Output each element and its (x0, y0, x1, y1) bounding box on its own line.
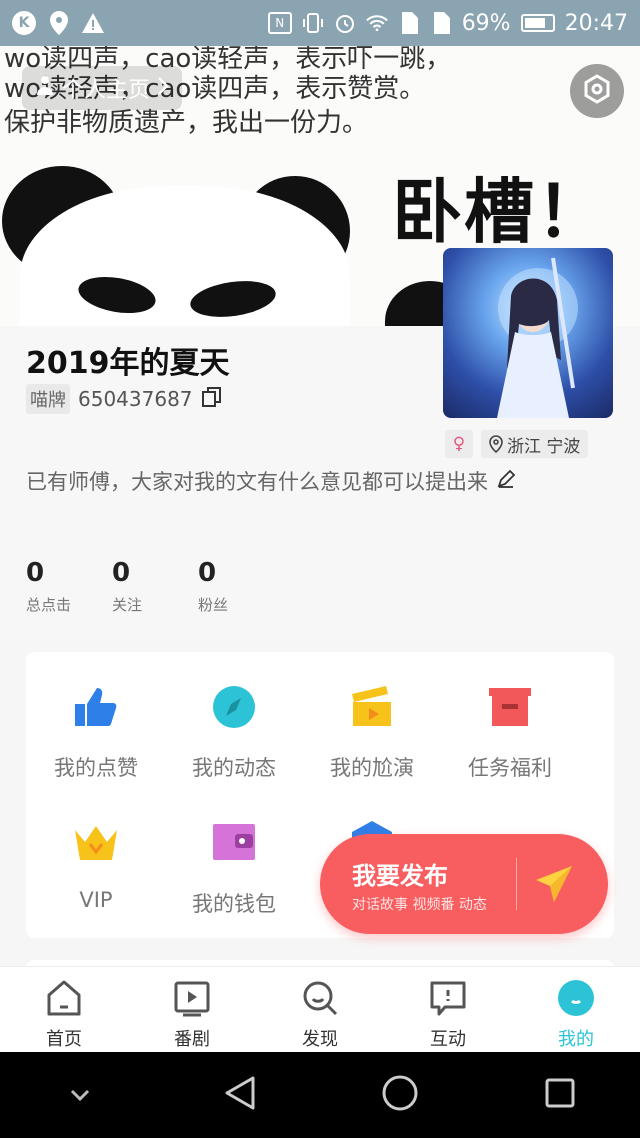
nav-back-button[interactable] (210, 1065, 270, 1125)
gift-box-icon (487, 684, 533, 730)
publish-divider (516, 858, 517, 910)
menu-item-label: 任务福利 (468, 756, 552, 780)
publish-title: 我要发布 (352, 862, 448, 890)
status-bar: K N 69% 20:47 (0, 0, 640, 46)
panda-eye-left (75, 271, 159, 319)
copy-icon[interactable] (201, 386, 223, 413)
menu-item-posts[interactable]: 我的动态 (164, 684, 304, 782)
user-id-row: 喵牌 650437687 (26, 384, 223, 414)
profile-section: 2019年的夏天 喵牌 650437687 ♀ 浙江 宁波 已有师傅，大家对我的… (0, 248, 640, 640)
tab-label: 发现 (302, 1029, 338, 1050)
tab-label: 我的 (558, 1029, 594, 1050)
menu-item-performances[interactable]: 我的尬演 (302, 684, 442, 782)
k-app-icon: K (12, 11, 36, 35)
panda-eye-right (188, 276, 278, 322)
compass-icon (211, 684, 257, 730)
location-icon (48, 11, 70, 35)
menu-item-label: 我的尬演 (330, 756, 414, 780)
id-badge: 喵牌 (26, 384, 70, 414)
homepage-button[interactable]: 个人主页 (22, 66, 183, 110)
back-triangle-icon (223, 1075, 257, 1115)
nav-home-button[interactable] (370, 1065, 430, 1125)
location-tag: 浙江 宁波 (481, 430, 589, 458)
bio[interactable]: 已有师傅，大家对我的文有什么意见都可以提出来 (26, 466, 516, 496)
username: 2019年的夏天 (26, 346, 230, 381)
sim-icon (398, 12, 420, 34)
menu-item-label: VIP (79, 888, 113, 912)
user-id: 650437687 (78, 387, 193, 411)
bottom-tab-bar: 首页 番剧 发现 互动 我的 (0, 966, 640, 1052)
stat-label: 关注 (112, 596, 143, 614)
wallet-icon (211, 820, 257, 866)
tab-label: 互动 (430, 1029, 466, 1050)
menu-item-likes[interactable]: 我的点赞 (26, 684, 166, 782)
publish-button[interactable]: 我要发布 对话故事 视频番 动态 (320, 834, 608, 934)
stat-value: 0 (112, 558, 131, 588)
meme-exclaim: 卧槽！ (392, 171, 608, 253)
play-icon (173, 979, 211, 1017)
nav-hide-button[interactable] (50, 1065, 110, 1125)
recents-square-icon (544, 1077, 576, 1113)
nav-recents-button[interactable] (530, 1065, 590, 1125)
clock: 20:47 (564, 10, 628, 36)
bio-text: 已有师傅，大家对我的文有什么意见都可以提出来 (26, 470, 488, 494)
chevron-right-icon (158, 76, 169, 101)
stats-row: 0 总点击 0 关注 0 粉丝 (26, 558, 284, 615)
home-circle-icon (381, 1074, 419, 1116)
discover-icon (301, 979, 339, 1017)
profile-tags: ♀ 浙江 宁波 (445, 430, 589, 458)
homepage-button-label: 个人主页 (62, 78, 151, 103)
menu-item-wallet[interactable]: 我的钱包 (164, 820, 304, 918)
nfc-icon: N (267, 12, 292, 34)
battery-icon (520, 14, 555, 32)
battery-percent: 69% (461, 10, 511, 36)
chevron-down-icon (70, 1086, 90, 1105)
wifi-icon (365, 12, 388, 34)
chat-icon (429, 979, 467, 1017)
tab-me[interactable]: 我的 (512, 967, 640, 1052)
location-text: 浙江 宁波 (507, 436, 581, 457)
sim2-icon (430, 12, 452, 34)
tab-home[interactable]: 首页 (0, 967, 128, 1052)
alarm-icon (334, 12, 356, 34)
settings-button[interactable] (570, 64, 624, 118)
menu-item-task-rewards[interactable]: 任务福利 (440, 684, 580, 782)
stat-total-clicks[interactable]: 0 总点击 (26, 558, 112, 615)
profile-icon (557, 979, 595, 1017)
publish-subtitle: 对话故事 视频番 动态 (352, 897, 487, 913)
menu-item-label: 我的钱包 (192, 892, 276, 916)
tab-label: 首页 (46, 1029, 82, 1050)
thumbs-up-icon (73, 684, 119, 730)
avatar[interactable] (443, 248, 613, 418)
warning-icon (82, 12, 104, 34)
home-icon (45, 979, 83, 1017)
paper-plane-icon (532, 862, 576, 906)
menu-item-vip[interactable]: VIP (26, 820, 166, 912)
map-pin-icon (489, 435, 503, 453)
tab-interaction[interactable]: 互动 (384, 967, 512, 1052)
stat-label: 粉丝 (198, 596, 229, 614)
stat-value: 0 (26, 558, 45, 588)
system-navigation-bar (0, 1052, 640, 1138)
hexagon-settings-icon (581, 73, 613, 109)
stat-followers[interactable]: 0 粉丝 (198, 558, 284, 615)
tab-anime[interactable]: 番剧 (128, 967, 256, 1052)
stat-value: 0 (198, 558, 217, 588)
clapperboard-icon (349, 684, 395, 730)
crown-icon (73, 820, 119, 866)
tab-discover[interactable]: 发现 (256, 967, 384, 1052)
stat-label: 总点击 (26, 596, 72, 614)
tab-label: 番剧 (174, 1029, 210, 1050)
vibrate-icon (302, 12, 324, 34)
edit-pencil-icon[interactable] (496, 469, 516, 494)
menu-item-label: 我的点赞 (54, 756, 138, 780)
stat-following[interactable]: 0 关注 (112, 558, 198, 615)
person-icon (36, 75, 54, 101)
menu-item-label: 我的动态 (192, 756, 276, 780)
gender-female-icon: ♀ (445, 430, 473, 458)
